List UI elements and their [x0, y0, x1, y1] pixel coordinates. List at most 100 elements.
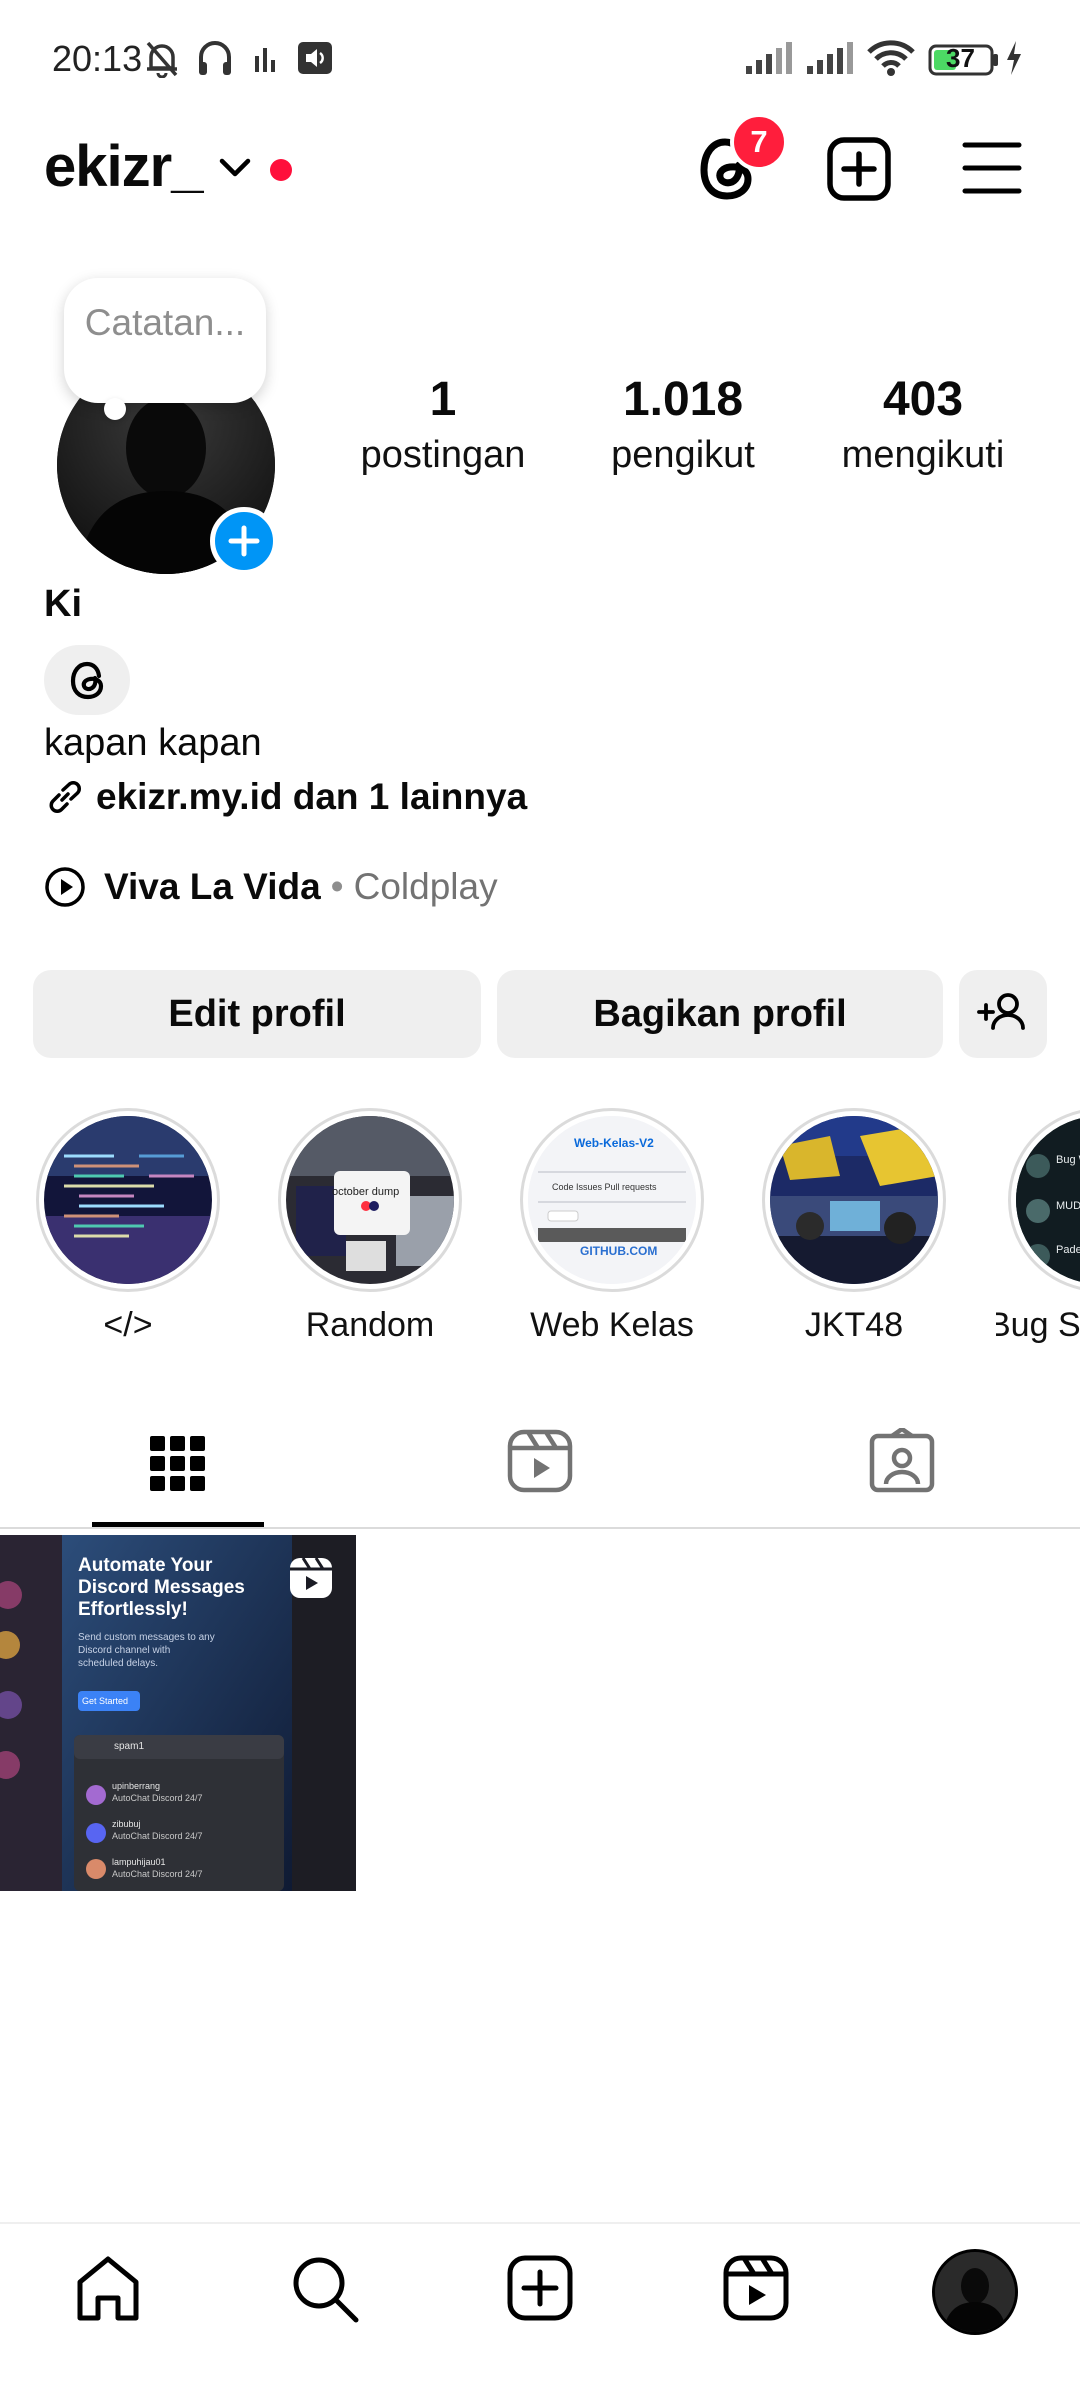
- stat-following[interactable]: 403 mengikuti: [808, 370, 1038, 480]
- create-post-button[interactable]: [826, 136, 892, 202]
- song-title: Viva La Vida: [104, 866, 321, 907]
- highlight-web-kelas[interactable]: Web-Kelas-V2 Code Issues Pull requests G…: [512, 1108, 712, 1345]
- plus-square-icon: [827, 137, 891, 201]
- post-message-text: AutoChat Discord 24/7: [112, 1793, 203, 1803]
- add-person-icon: [977, 993, 1025, 1030]
- tab-posts-grid[interactable]: [92, 1408, 264, 1528]
- highlight-ring: Web-Kelas-V2 Code Issues Pull requests G…: [520, 1108, 704, 1292]
- home-icon: [77, 2256, 139, 2321]
- threads-profile-chip[interactable]: [44, 645, 130, 715]
- highlight-label: </>: [103, 1306, 153, 1344]
- add-story-button[interactable]: [210, 507, 278, 575]
- nav-search[interactable]: [290, 2254, 360, 2324]
- highlight-ring: [762, 1108, 946, 1292]
- highlight-random[interactable]: october dump Random: [270, 1108, 470, 1345]
- stat-followers[interactable]: 1.018 pengikut: [568, 370, 798, 480]
- discover-people-button[interactable]: [959, 970, 1047, 1058]
- bio-link[interactable]: ekizr.my.id dan 1 lainnya: [44, 776, 527, 818]
- plus-icon: [228, 525, 260, 557]
- tagged-icon: [869, 1428, 935, 1493]
- highlight-bug[interactable]: Bug Wha MUDE (G Padeli Bug SWP: [996, 1108, 1080, 1345]
- highlight-thumbnail-title: Bug Wha: [1056, 1154, 1080, 1166]
- charging-icon: [1004, 38, 1024, 78]
- highlight-thumbnail-tabs: Code Issues Pull requests: [552, 1182, 657, 1192]
- profile-avatar: [935, 2252, 1015, 2332]
- post-thumbnail[interactable]: Automate Your Discord Messages Effortles…: [0, 1535, 356, 1891]
- menu-button[interactable]: [962, 140, 1022, 196]
- highlight-ring: october dump: [278, 1108, 462, 1292]
- nav-profile[interactable]: [932, 2249, 1018, 2335]
- nav-create[interactable]: [506, 2254, 574, 2322]
- reels-icon: [723, 2255, 789, 2321]
- profile-music[interactable]: Viva La Vida • Coldplay: [44, 866, 498, 908]
- post-channel: spam1: [114, 1741, 145, 1752]
- reels-icon: [507, 1429, 573, 1493]
- highlight-thumbnail-title: Web-Kelas-V2: [574, 1136, 654, 1150]
- link-icon: [49, 781, 81, 813]
- notification-dot: [270, 159, 292, 181]
- post-cta: Get Started: [82, 1696, 129, 1706]
- highlight-thumbnail-watermark: GITHUB.COM: [580, 1244, 658, 1258]
- stat-posts[interactable]: 1 postingan: [328, 370, 558, 480]
- edit-profile-button[interactable]: Edit profil: [33, 970, 481, 1058]
- nav-reels[interactable]: [722, 2254, 790, 2322]
- battery-level: 37: [946, 43, 975, 73]
- post-message-user: upinberrang: [112, 1781, 161, 1791]
- username-switcher[interactable]: ekizr_: [44, 133, 203, 200]
- hamburger-icon: [962, 142, 1022, 194]
- highlight-thumbnail: [44, 1116, 212, 1284]
- highlight-thumbnail-caption: october dump: [332, 1186, 400, 1198]
- song-separator: •: [330, 866, 344, 907]
- highlight-label: Random: [305, 1306, 435, 1344]
- post-message-text: AutoChat Discord 24/7: [112, 1869, 203, 1879]
- post-message-text: AutoChat Discord 24/7: [112, 1831, 203, 1841]
- nav-home[interactable]: [74, 2254, 142, 2324]
- wifi-icon: [866, 38, 916, 78]
- signal-icon: [744, 38, 794, 78]
- tab-reels[interactable]: [500, 1428, 580, 1494]
- bottom-nav-divider: [0, 2222, 1080, 2224]
- bell-off-icon: [143, 38, 181, 78]
- highlight-thumbnail: [286, 1116, 454, 1284]
- note-text: Catatan...: [84, 302, 246, 343]
- highlight-jkt48[interactable]: JKT48: [754, 1108, 954, 1345]
- highlight-thumbnail-line: MUDE (G: [1056, 1200, 1080, 1212]
- threads-icon: [70, 661, 104, 700]
- stat-value: 1: [429, 373, 457, 426]
- search-icon: [293, 2257, 359, 2323]
- status-time: 20:13: [52, 38, 143, 79]
- grid-icon: [150, 1436, 205, 1491]
- bio-text: kapan kapan: [44, 722, 262, 764]
- highlight-ring: Bug Wha MUDE (G Padeli: [1008, 1108, 1080, 1292]
- stat-label: pengikut: [611, 434, 755, 476]
- post-headline: Automate Your Discord Messages Effortles…: [78, 1555, 245, 1620]
- highlight-code[interactable]: </>: [28, 1108, 228, 1345]
- activity-icon: [253, 38, 279, 78]
- headphones-icon: [196, 38, 234, 78]
- display-name: Ki: [44, 583, 82, 625]
- highlight-thumbnail-line: Padeli: [1056, 1244, 1080, 1256]
- highlight-label: Bug SWP: [996, 1306, 1080, 1344]
- stat-label: mengikuti: [841, 434, 1005, 476]
- highlight-ring: [36, 1108, 220, 1292]
- post-message-user: lampuhijau01: [112, 1857, 166, 1867]
- post-message-user: zibubuj: [112, 1819, 141, 1829]
- signal-icon: [805, 38, 855, 78]
- play-circle-icon: [45, 867, 85, 907]
- note-bubble[interactable]: Catatan...: [64, 278, 266, 403]
- reels-icon: [286, 1555, 336, 1601]
- stat-value: 1.018: [622, 373, 744, 426]
- chevron-down-icon[interactable]: [218, 156, 252, 180]
- highlight-label: Web Kelas: [530, 1306, 694, 1344]
- note-bubble-tail: [104, 398, 126, 420]
- stat-label: postingan: [360, 434, 526, 476]
- song-artist: Coldplay: [353, 866, 498, 907]
- highlight-thumbnail: [770, 1116, 938, 1284]
- share-profile-button[interactable]: Bagikan profil: [497, 970, 943, 1058]
- create-icon: [507, 2255, 573, 2321]
- tabs-divider: [0, 1527, 1080, 1529]
- threads-badge: 7: [730, 113, 788, 171]
- bio-link-text: ekizr.my.id dan 1 lainnya: [96, 776, 528, 817]
- tab-tagged[interactable]: [864, 1428, 940, 1494]
- highlight-label: JKT48: [804, 1306, 904, 1344]
